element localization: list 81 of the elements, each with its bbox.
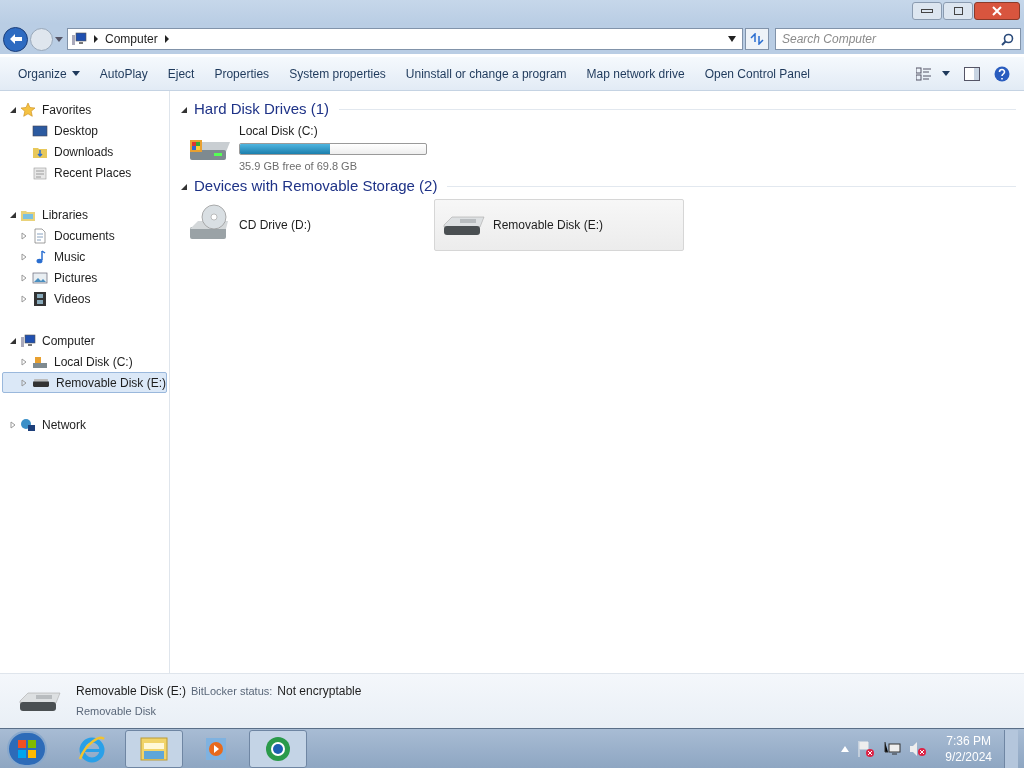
refresh-icon xyxy=(750,33,764,45)
item-name: Removable Disk (E:) xyxy=(76,683,187,701)
collapse-arrow-icon[interactable] xyxy=(9,210,17,219)
address-bar[interactable]: Computer xyxy=(67,28,743,50)
caret-icon xyxy=(942,71,950,76)
collapse-arrow-icon[interactable] xyxy=(9,336,17,345)
windows-logo-icon xyxy=(17,738,37,759)
start-button[interactable] xyxy=(7,730,47,767)
tree-item[interactable]: Favorites xyxy=(42,100,92,119)
drive-name: CD Drive (D:) xyxy=(239,217,311,234)
menu-button[interactable]: Organize xyxy=(8,60,90,87)
removable-drive-icon xyxy=(33,378,49,387)
drive-tile[interactable]: Local Disk (C:) 35.9 GB free of 69.8 GB xyxy=(180,122,430,174)
breadcrumb-arrow-icon[interactable] xyxy=(163,35,170,43)
search-field[interactable]: Search Computer xyxy=(775,28,1021,50)
tree-item[interactable]: Removable Disk (E:) xyxy=(2,372,167,393)
tree-item[interactable]: Videos xyxy=(2,288,167,309)
tree-item[interactable]: Network xyxy=(42,415,86,434)
taskbar-button[interactable] xyxy=(249,729,307,768)
restore-button[interactable] xyxy=(943,2,973,20)
free-space-text: 35.9 GB free of 69.8 GB xyxy=(239,158,358,174)
expand-arrow-icon[interactable] xyxy=(20,252,28,261)
taskbar-button[interactable] xyxy=(125,729,183,768)
group-heading[interactable]: Devices with Removable Storage (2) xyxy=(194,175,438,198)
help-icon xyxy=(994,65,1010,82)
toolbar-button[interactable]: Uninstall or change a program xyxy=(395,60,577,87)
tree-item[interactable]: Downloads xyxy=(2,141,167,162)
group-heading[interactable]: Hard Disk Drives (1) xyxy=(194,98,329,121)
back-arrow-icon xyxy=(8,33,23,45)
toolbar-button[interactable]: Open Control Panel xyxy=(694,60,821,87)
tree-item[interactable]: Documents xyxy=(2,225,167,246)
monitor-icon xyxy=(32,122,48,139)
close-icon xyxy=(991,6,1003,16)
expand-arrow-icon[interactable] xyxy=(20,294,28,303)
toolbar-button[interactable]: Eject xyxy=(157,60,205,87)
tree-item[interactable]: Desktop xyxy=(2,120,167,141)
pane-icon xyxy=(964,66,980,81)
breadcrumb-item[interactable]: Computer xyxy=(105,30,158,48)
view-icon xyxy=(916,66,932,81)
expand-arrow-icon[interactable] xyxy=(20,357,28,366)
caret-icon xyxy=(71,71,80,76)
expand-arrow-icon[interactable] xyxy=(20,273,28,282)
computer-icon xyxy=(20,332,36,349)
toolbar-button[interactable]: AutoPlay xyxy=(89,60,158,87)
collapse-arrow-icon[interactable] xyxy=(9,105,17,114)
tree-item[interactable]: Music xyxy=(2,246,167,267)
document-icon xyxy=(32,227,48,244)
close-button[interactable] xyxy=(974,2,1020,20)
minimize-button[interactable] xyxy=(912,2,942,20)
search-icon[interactable] xyxy=(1001,32,1014,46)
tree-item[interactable]: Local Disk (C:) xyxy=(2,351,167,372)
field-label: BitLocker status: xyxy=(191,684,273,700)
toolbar-button[interactable]: Properties xyxy=(204,60,280,87)
toolbar-button[interactable]: Map network drive xyxy=(576,60,695,87)
drive-name: Local Disk (C:) xyxy=(239,122,319,140)
star-icon xyxy=(20,101,36,118)
picture-icon xyxy=(32,269,48,286)
flag-icon[interactable] xyxy=(857,739,876,758)
drive-name: Removable Disk (E:) xyxy=(493,217,604,234)
film-icon xyxy=(32,290,48,307)
back-button[interactable] xyxy=(3,26,28,52)
collapse-arrow-icon[interactable] xyxy=(180,182,188,191)
drive-tile[interactable]: Removable Disk (E:) xyxy=(434,199,684,251)
computer-icon xyxy=(71,31,87,47)
collapse-arrow-icon[interactable] xyxy=(180,105,188,114)
breadcrumb-arrow-icon[interactable] xyxy=(93,35,99,43)
expand-arrow-icon[interactable] xyxy=(9,420,17,429)
search-input[interactable]: Search Computer xyxy=(782,30,1001,48)
field-value: Not encryptable xyxy=(277,683,362,701)
item-type: Removable Disk xyxy=(76,704,158,720)
tree-item[interactable]: Recent Places xyxy=(2,162,167,183)
refresh-button[interactable] xyxy=(745,28,769,50)
drive-tile[interactable]: CD Drive (D:) xyxy=(180,199,430,251)
tree-item[interactable]: Pictures xyxy=(2,267,167,288)
tree-item[interactable]: Libraries xyxy=(42,205,89,224)
expand-arrow-icon[interactable] xyxy=(20,231,28,240)
dropdown-arrow-icon[interactable] xyxy=(728,36,736,42)
toolbar-button[interactable]: System properties xyxy=(279,60,396,87)
tree-item[interactable]: Computer xyxy=(42,331,95,350)
network-icon xyxy=(20,416,36,433)
network-status-icon[interactable] xyxy=(883,739,902,758)
